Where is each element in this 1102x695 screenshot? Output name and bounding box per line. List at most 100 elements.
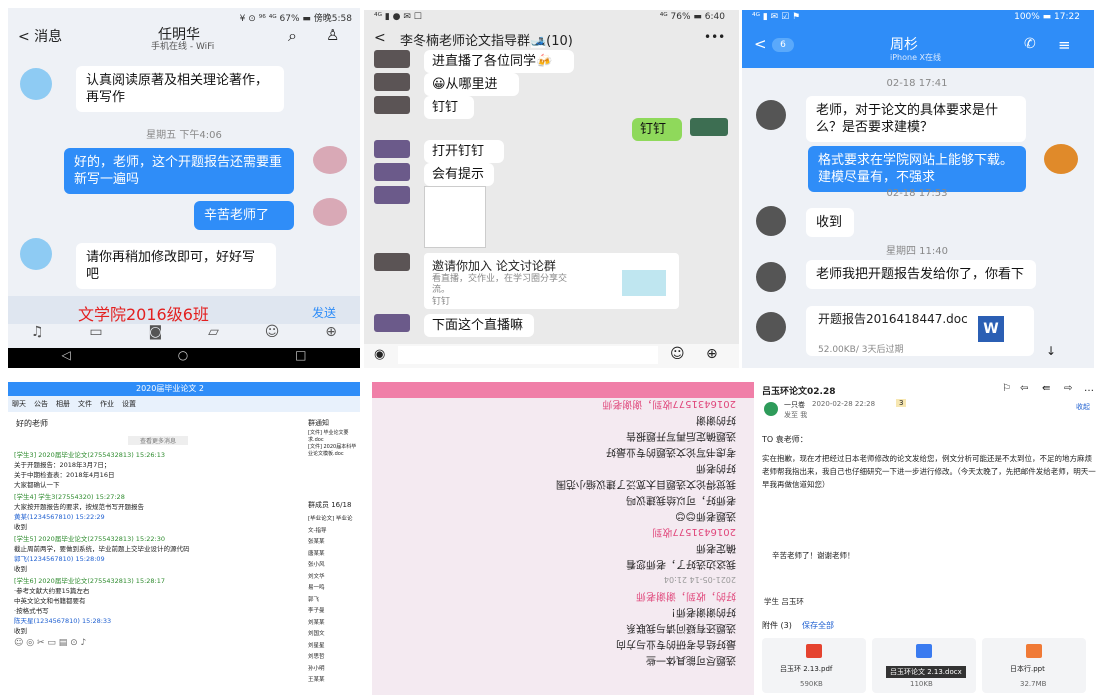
member-item[interactable]: 刘文华 <box>308 572 358 584</box>
message-bubble: 格式要求在学院网站上能够下载。建模尽量有，不强求 <box>808 146 1026 192</box>
avatar <box>313 146 347 174</box>
mic-icon[interactable]: ♫ <box>31 324 44 348</box>
member-item[interactable]: 唐某某 <box>308 549 358 561</box>
message-bubble: 钉钉 <box>632 118 682 141</box>
member-item[interactable]: [毕业论文] 毕业论文-指导 <box>308 514 358 537</box>
list-item: ·参考文献大约要15篇左右 <box>14 587 90 595</box>
back-button[interactable]: < 消息 <box>18 26 62 46</box>
member-item[interactable]: 刘国文 <box>308 629 358 641</box>
list-item: 选题确定后再写开题报告 <box>626 430 736 441</box>
list-item: 收到 <box>14 523 27 531</box>
list-item: 好的谢谢 <box>696 414 736 425</box>
emoji-icon[interactable]: ☺ <box>265 324 280 348</box>
list-item: 收到 <box>14 627 27 635</box>
more-icon[interactable]: … <box>1084 383 1094 394</box>
attachment-size: 32.7MB <box>1020 680 1047 688</box>
message-bubble: 钉钉 <box>424 96 474 119</box>
list-item: 我这边选好了，老师您看 <box>626 558 736 569</box>
list-item: 我觉得论文选题目太宽泛了建议缩小范围 <box>556 478 736 489</box>
tab-album[interactable]: 相册 <box>56 399 70 409</box>
nav-recent-icon[interactable]: □ <box>295 348 306 368</box>
message-bubble: 好的，老师，这个开题报告还需要重新写一遍吗 <box>64 148 294 194</box>
phone-icon[interactable]: ✆ <box>1024 36 1036 52</box>
message-bubble: 打开钉钉 <box>424 140 504 163</box>
avatar <box>374 186 410 204</box>
list-item: 收到 <box>14 565 27 573</box>
member-item[interactable]: 易一鸣 <box>308 583 358 595</box>
status-bar: ⁴ᴳ ▮ ✉ ☑ ⚑ <box>752 12 801 22</box>
list-item: [学生6] 2020届毕业论文(2755432813) 15:28:17 <box>14 577 166 585</box>
avatar <box>756 312 786 342</box>
member-item[interactable]: 王某某 <box>308 675 358 687</box>
flag-icon[interactable]: ⚐ <box>1002 383 1011 394</box>
list-item: 好的老师 <box>696 462 736 473</box>
avatar <box>313 198 347 226</box>
reply-all-icon[interactable]: ⇚ <box>1042 383 1050 394</box>
list-item: [学生5] 2020届毕业论文(2755432813) 15:22:30 <box>14 535 166 543</box>
pdf-icon <box>806 644 822 658</box>
timestamp: 02-18 17:41 <box>886 78 948 89</box>
tab-files[interactable]: 文件 <box>78 399 92 409</box>
greeting: TO 袁老师： <box>762 435 808 444</box>
send-button[interactable]: 发送 <box>312 304 336 321</box>
invite-title: 邀请你加入 论文讨论群 <box>432 259 556 273</box>
tab-bar: 聊天 公告 相册 文件 作业 设置 <box>8 396 360 412</box>
nav-back-icon[interactable]: ◁ <box>61 348 70 368</box>
forward-icon[interactable]: ⇨ <box>1064 383 1072 394</box>
load-more-button[interactable]: 查看更多消息 <box>128 436 188 445</box>
search-icon[interactable]: ⌕ <box>288 26 297 46</box>
save-all-link[interactable]: 保存全部 <box>802 620 834 631</box>
list-item: 确定老师 <box>696 542 736 553</box>
scroll-down-icon[interactable]: ↓ <box>1046 344 1056 358</box>
member-item[interactable]: 刘思哲 <box>308 652 358 664</box>
back-button[interactable]: < <box>754 35 767 53</box>
avatar <box>756 262 786 292</box>
tab-settings[interactable]: 设置 <box>122 399 136 409</box>
more-icon[interactable]: ••• <box>704 30 725 44</box>
member-item[interactable]: 孙小明 <box>308 664 358 676</box>
camera-icon[interactable]: ◙ <box>149 324 163 348</box>
screenshot-image[interactable] <box>424 186 486 248</box>
plus-icon[interactable]: ⊕ <box>325 324 337 348</box>
tab-homework[interactable]: 作业 <box>100 399 114 409</box>
list-item: 2021-05-14 21:04 <box>663 575 736 584</box>
rotated-content: 选题尽可能具体一些 最好结合考研的专业与方向 选题还有疑问请与我联系 好的谢谢老… <box>372 382 754 695</box>
email-body: 实在抱歉，现在才把经过日本老师修改的论文发给您，例文分析可能还是不太到位，不足的… <box>762 454 1096 489</box>
tab-notice[interactable]: 公告 <box>34 399 48 409</box>
word-file-icon: W <box>978 316 1004 342</box>
class-watermark: 文学院2016级6班 <box>78 305 209 324</box>
notice-item[interactable]: [文件] 毕业论文要求.doc <box>308 430 358 444</box>
panel-email: 吕玉环论文02.28 ⚐ ⇦ ⇚ ⇨ … 一只卷 2020-02-28 22:2… <box>758 382 1102 695</box>
list-item: 选题还有疑问请与我联系 <box>626 622 736 633</box>
back-icon[interactable]: < <box>374 30 386 46</box>
nav-bar: ◁ ○ □ <box>8 348 360 368</box>
emoji-icon[interactable]: ☺ <box>670 346 685 362</box>
panel-qq-chat-2: ⁴ᴳ ▮ ✉ ☑ ⚑ 100% ▬ 17:22 < 6 周杉 iPhone X在… <box>742 10 1094 368</box>
member-item[interactable]: 张某某 <box>308 537 358 549</box>
message-input[interactable] <box>398 346 658 364</box>
toolbar: ♫ ▭ ◙ ▱ ☺ ⊕ <box>8 324 360 348</box>
message-bubble: 下面这个直播嘛 <box>424 314 534 337</box>
image-icon[interactable]: ▭ <box>89 324 102 348</box>
folder-icon[interactable]: ▱ <box>208 324 219 348</box>
plus-icon[interactable]: ⊕ <box>706 346 718 362</box>
member-item[interactable]: 李子曼 <box>308 606 358 618</box>
message-bubble: 辛苦老师了 <box>194 201 294 230</box>
member-item[interactable]: 郭飞 <box>308 595 358 607</box>
member-item[interactable]: 刘星星 <box>308 641 358 653</box>
member-item[interactable]: 刘某某 <box>308 618 358 630</box>
list-item: 老师好，可以给我建议吗 <box>626 494 736 505</box>
notice-item[interactable]: [文件] 2020届本科毕业论文模板.doc <box>308 444 358 458</box>
member-item[interactable]: 张小风 <box>308 560 358 572</box>
nav-home-icon[interactable]: ○ <box>178 348 188 368</box>
attachment-name: 吕玉环 2.13.pdf <box>780 665 833 673</box>
avatar <box>1044 144 1078 174</box>
menu-icon[interactable]: ≡ <box>1058 36 1071 54</box>
tab-chat[interactable]: 聊天 <box>12 399 26 409</box>
reply-icon[interactable]: ⇦ <box>1020 383 1028 394</box>
voice-icon[interactable]: ◉ <box>374 347 385 362</box>
collapse-link[interactable]: 收起 <box>1076 402 1090 412</box>
status-bar-right: ⁴ᴳ 76% ▬ 6:40 <box>659 12 725 22</box>
profile-icon[interactable]: ♙ <box>326 26 339 44</box>
file-name: 开题报告2016418447.doc <box>818 312 968 326</box>
